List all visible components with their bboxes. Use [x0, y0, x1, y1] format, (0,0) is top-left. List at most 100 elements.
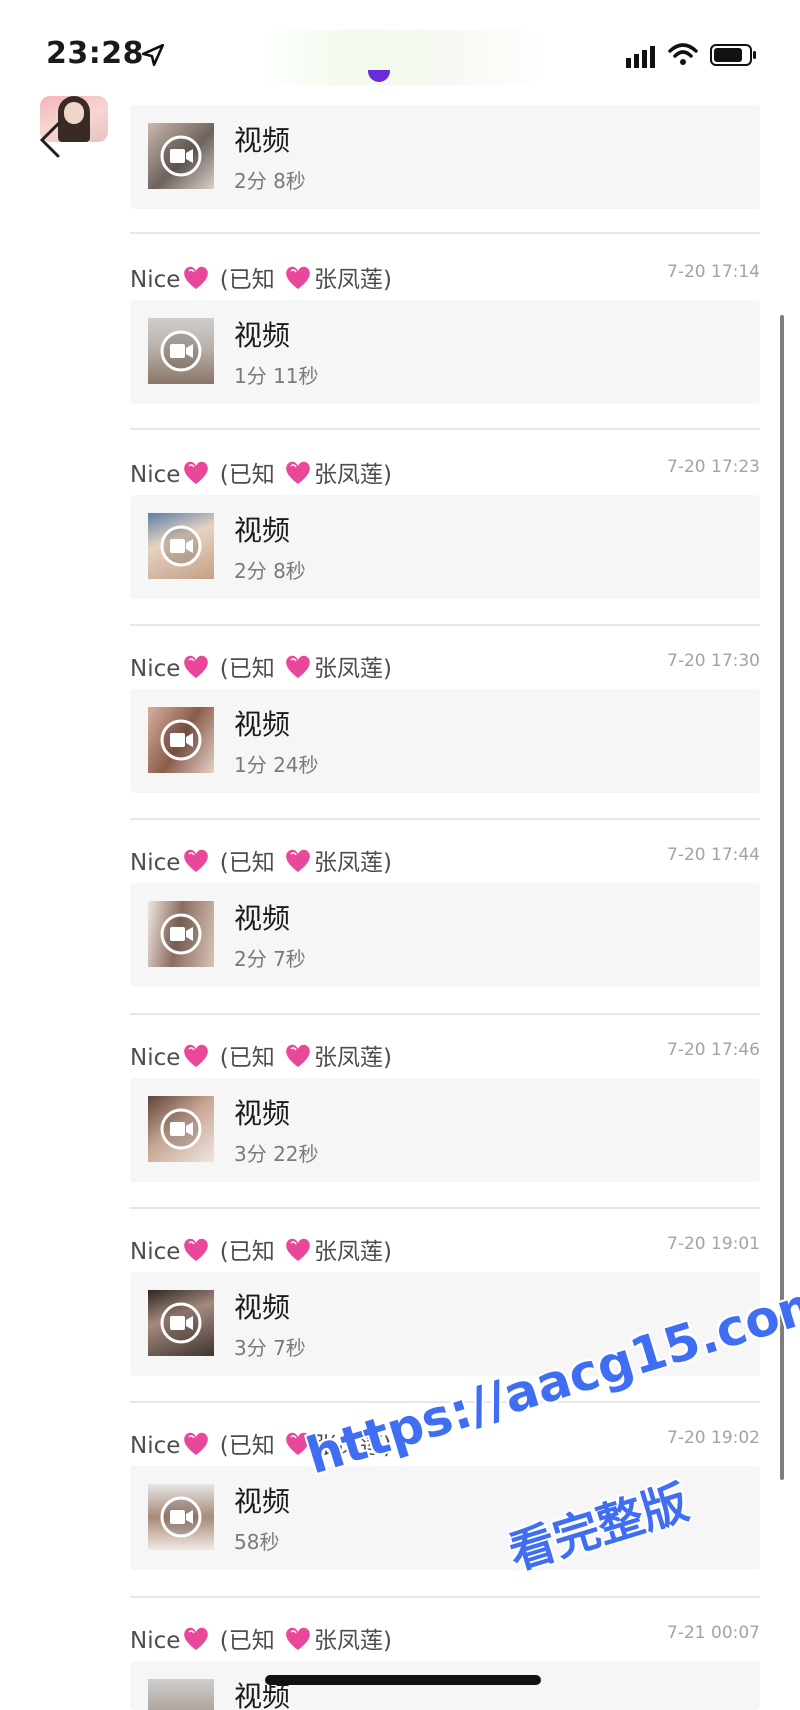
- home-indicator[interactable]: [265, 1675, 541, 1685]
- video-play-icon: [160, 1108, 202, 1150]
- sender-line: Nice (已知 张凤莲): [130, 649, 392, 683]
- video-play-icon: [160, 719, 202, 761]
- message-time: 7-20 17:14: [667, 262, 760, 282]
- divider: [130, 624, 760, 626]
- video-duration: 2分 7秒: [234, 947, 306, 971]
- heart-icon: [286, 655, 310, 678]
- heart-icon: [184, 1432, 209, 1455]
- heart-icon: [184, 461, 209, 484]
- mention-prefix: (已知: [219, 1433, 275, 1459]
- heart-icon: [286, 849, 310, 872]
- video-duration: 2分 8秒: [234, 169, 306, 193]
- battery-icon: [710, 44, 756, 66]
- mention-name: 张凤莲): [314, 462, 392, 488]
- video-duration: 1分 11秒: [234, 364, 319, 388]
- message-header: Nice (已知 张凤莲) 7-20 17:23: [130, 449, 760, 489]
- sender-name: Nice: [130, 1239, 181, 1265]
- message-header: Nice (已知 张凤莲) 7-20 17:30: [130, 643, 760, 683]
- sender-name: Nice: [130, 1433, 181, 1459]
- heart-icon: [184, 1044, 209, 1067]
- mention-prefix: (已知: [219, 656, 275, 682]
- video-play-icon: [160, 1302, 202, 1344]
- message-time: 7-20 19:01: [667, 1234, 760, 1254]
- message-time: 7-20 19:02: [667, 1428, 760, 1448]
- divider: [130, 1013, 760, 1015]
- video-duration: 3分 22秒: [234, 1142, 319, 1166]
- video-card[interactable]: 视频 1分 11秒: [130, 300, 760, 404]
- sender-name: Nice: [130, 267, 181, 293]
- sender-name: Nice: [130, 462, 181, 488]
- message-header: Nice (已知 张凤莲) 7-21 00:07: [130, 1615, 760, 1655]
- video-title: 视频: [234, 124, 291, 157]
- heart-icon: [184, 266, 209, 289]
- divider: [130, 1207, 760, 1209]
- message-time: 7-20 17:23: [667, 457, 760, 477]
- status-time: 23:28: [46, 36, 144, 71]
- message-time: 7-20 17:44: [667, 845, 760, 865]
- dynamic-island-blur: [255, 30, 545, 85]
- video-duration: 1分 24秒: [234, 753, 319, 777]
- video-title: 视频: [234, 1291, 291, 1324]
- video-title: 视频: [234, 902, 291, 935]
- video-duration: 58秒: [234, 1530, 280, 1554]
- wifi-icon: [668, 43, 698, 65]
- mention-prefix: (已知: [219, 462, 275, 488]
- sender-line: Nice (已知 张凤莲): [130, 1621, 392, 1655]
- video-title: 视频: [234, 514, 291, 547]
- heart-icon: [286, 1044, 310, 1067]
- heart-icon: [286, 1238, 310, 1261]
- cellular-signal-icon: [626, 46, 655, 68]
- divider: [130, 1596, 760, 1598]
- heart-icon: [184, 849, 209, 872]
- sender-line: Nice (已知 张凤莲): [130, 843, 392, 877]
- video-card[interactable]: 视频: [130, 1661, 760, 1710]
- sender-line: Nice (已知 张凤莲): [130, 260, 392, 294]
- video-title: 视频: [234, 708, 291, 741]
- sender-line: Nice (已知 张凤莲): [130, 1232, 392, 1266]
- mention-prefix: (已知: [219, 1239, 275, 1265]
- video-play-icon: [160, 330, 202, 372]
- sender-name: Nice: [130, 656, 181, 682]
- sender-name: Nice: [130, 850, 181, 876]
- heart-icon: [184, 1627, 209, 1650]
- heart-icon: [184, 1238, 209, 1261]
- back-chevron-icon[interactable]: [38, 122, 62, 158]
- status-bar: 23:28: [0, 0, 800, 100]
- video-duration: 2分 8秒: [234, 559, 306, 583]
- heart-icon: [286, 1627, 310, 1650]
- mention-prefix: (已知: [219, 267, 275, 293]
- heart-icon: [184, 655, 209, 678]
- message-time: 7-20 17:46: [667, 1040, 760, 1060]
- video-card[interactable]: 视频 2分 8秒: [130, 495, 760, 599]
- video-play-icon: [160, 525, 202, 567]
- sender-name: Nice: [130, 1045, 181, 1071]
- message-header: Nice (已知 张凤莲) 7-20 19:01: [130, 1226, 760, 1266]
- mention-name: 张凤莲): [314, 1239, 392, 1265]
- video-title: 视频: [234, 1485, 291, 1518]
- sender-line: Nice (已知 张凤莲): [130, 455, 392, 489]
- mention-name: 张凤莲): [314, 1628, 392, 1654]
- message-time: 7-21 00:07: [667, 1623, 760, 1643]
- mention-name: 张凤莲): [314, 656, 392, 682]
- video-play-icon: [160, 135, 202, 177]
- mention-prefix: (已知: [219, 850, 275, 876]
- mention-prefix: (已知: [219, 1628, 275, 1654]
- video-card[interactable]: 视频 1分 24秒: [130, 689, 760, 793]
- message-header: Nice (已知 张凤莲) 7-20 17:46: [130, 1032, 760, 1072]
- video-thumbnail: [148, 1679, 214, 1710]
- video-card[interactable]: 视频 3分 22秒: [130, 1078, 760, 1182]
- location-arrow-icon: [141, 43, 165, 67]
- divider: [130, 818, 760, 820]
- message-time: 7-20 17:30: [667, 651, 760, 671]
- sender-name: Nice: [130, 1628, 181, 1654]
- divider: [130, 428, 760, 430]
- video-play-icon: [160, 1496, 202, 1538]
- mention-prefix: (已知: [219, 1045, 275, 1071]
- video-duration: 3分 7秒: [234, 1336, 306, 1360]
- heart-icon: [286, 266, 310, 289]
- video-card[interactable]: 视频 2分 8秒: [130, 105, 760, 209]
- sender-line: Nice (已知 张凤莲): [130, 1038, 392, 1072]
- video-title: 视频: [234, 1097, 291, 1130]
- mention-name: 张凤莲): [314, 1045, 392, 1071]
- video-card[interactable]: 视频 2分 7秒: [130, 883, 760, 987]
